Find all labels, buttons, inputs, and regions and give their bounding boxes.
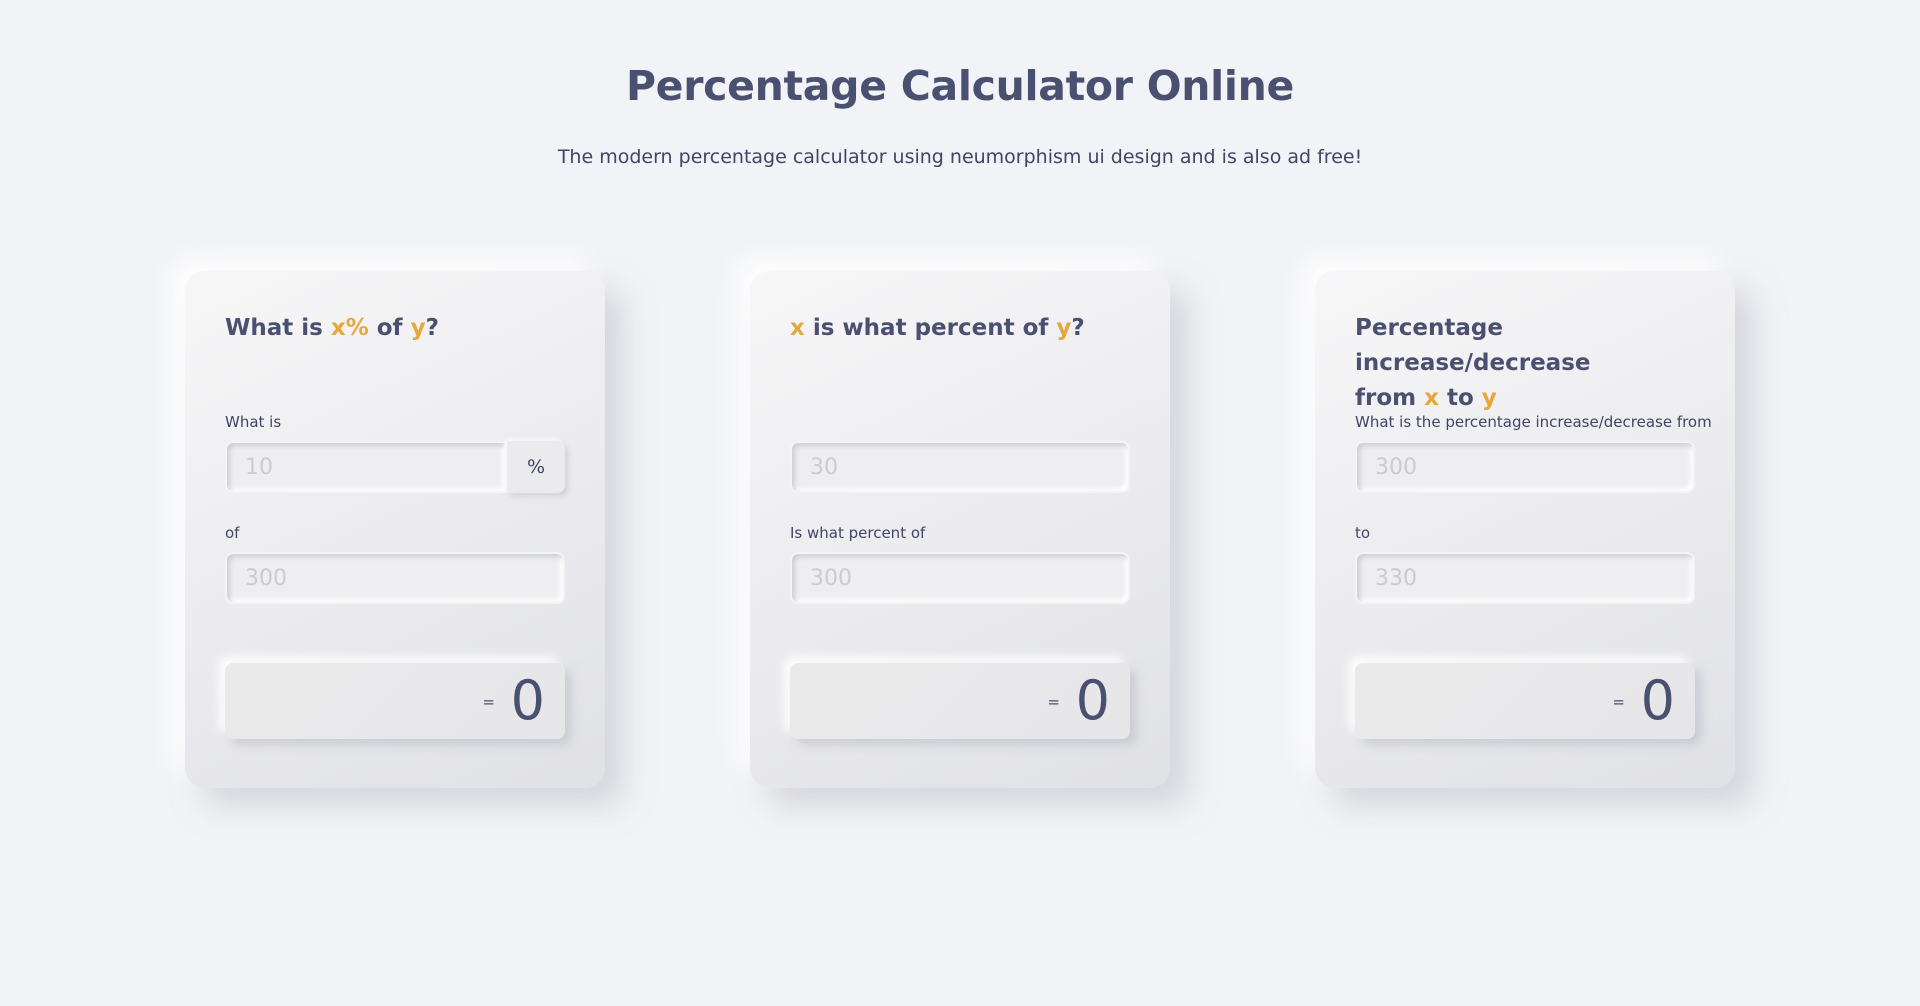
card-title: What is x% of y? bbox=[225, 315, 439, 341]
equals-sign: = bbox=[1612, 693, 1625, 711]
result-value: 0 bbox=[510, 669, 545, 732]
label-to: to bbox=[1355, 524, 1371, 542]
from-input[interactable] bbox=[1355, 441, 1695, 493]
calc-card-percent-of: What is x% of y? What is % of = 0 bbox=[185, 271, 605, 788]
result-box: = 0 bbox=[225, 663, 565, 739]
label-increase-from: What is the percentage increase/decrease… bbox=[1355, 413, 1712, 431]
value-input[interactable] bbox=[225, 552, 565, 604]
label-of: of bbox=[225, 524, 240, 542]
result-value: 0 bbox=[1075, 669, 1110, 732]
equals-sign: = bbox=[482, 693, 495, 711]
card-title: x is what percent of y? bbox=[790, 315, 1085, 341]
page-title: Percentage Calculator Online bbox=[625, 62, 1295, 110]
label-what-is: What is bbox=[225, 413, 282, 431]
card-title: Percentage increase/decrease from x to y bbox=[1355, 315, 1591, 411]
y-input[interactable] bbox=[790, 552, 1130, 604]
result-box: = 0 bbox=[790, 663, 1130, 739]
label-is-what-percent-of: Is what percent of bbox=[790, 524, 926, 542]
equals-sign: = bbox=[1047, 693, 1060, 711]
x-input[interactable] bbox=[790, 441, 1130, 493]
calc-card-increase-decrease: Percentage increase/decrease from x to y … bbox=[1315, 271, 1735, 788]
percent-input[interactable] bbox=[225, 441, 507, 493]
percent-addon: % bbox=[507, 441, 565, 493]
calc-card-what-percent: x is what percent of y? Is what percent … bbox=[750, 271, 1170, 788]
result-value: 0 bbox=[1640, 669, 1675, 732]
to-input[interactable] bbox=[1355, 552, 1695, 604]
page-subtitle: The modern percentage calculator using n… bbox=[557, 146, 1363, 168]
result-box: = 0 bbox=[1355, 663, 1695, 739]
